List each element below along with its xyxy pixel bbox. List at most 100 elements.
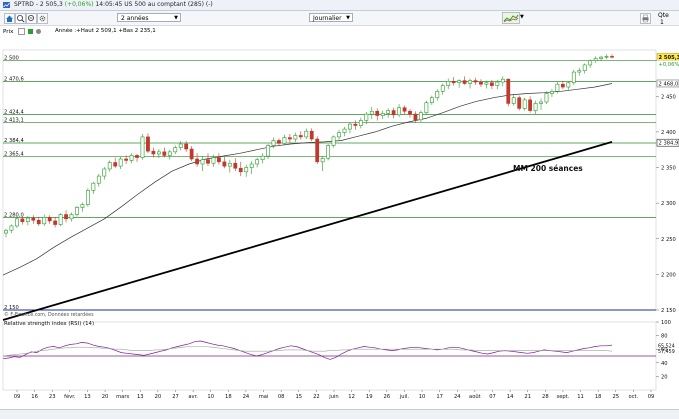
x-tick-label: 20 <box>155 394 162 400</box>
candle-body <box>37 220 40 224</box>
candle-body <box>152 151 155 154</box>
price-chart: 2 5002 470,62 424,42 413,12 384,42 365,4… <box>0 0 679 409</box>
candle-body <box>223 162 226 166</box>
candle-body <box>392 111 395 115</box>
level-label: 2 280,0 <box>4 212 24 218</box>
candle-body <box>81 205 84 208</box>
candle-body <box>54 221 57 225</box>
candle-body <box>447 81 450 85</box>
level-label: 2 500 <box>4 56 19 62</box>
candle-body <box>594 59 597 61</box>
candle-body <box>250 164 253 168</box>
x-tick-label: juil. <box>399 394 410 400</box>
candle-body <box>190 149 193 159</box>
x-tick-label: 19 <box>366 394 373 400</box>
x-tick-label: 15 <box>295 394 302 400</box>
candle-body <box>75 207 78 214</box>
x-tick-label: juin <box>328 394 338 400</box>
candle-body <box>228 163 231 166</box>
y-tick-label: 2 300 <box>661 201 676 207</box>
y-tick-label: 2 200 <box>661 272 676 278</box>
candle-body <box>114 163 117 167</box>
candle-body <box>272 140 275 145</box>
x-tick-label: 26 <box>384 394 391 400</box>
candle-body <box>474 81 477 82</box>
candle-body <box>266 145 269 156</box>
candle-body <box>141 137 144 158</box>
candle-body <box>479 82 482 84</box>
candle-body <box>130 155 133 160</box>
candle-body <box>578 71 581 72</box>
candle-body <box>201 160 204 164</box>
x-tick-label: oct. <box>629 394 639 400</box>
candle-body <box>261 156 264 160</box>
x-tick-label: 24 <box>454 394 461 400</box>
candle-body <box>485 83 488 84</box>
x-tick-label: avr. <box>188 394 198 400</box>
candle-body <box>572 72 575 83</box>
price-badge-label: 2 384,9 <box>659 141 679 147</box>
candle-body <box>545 93 548 102</box>
candle-body <box>174 148 177 152</box>
candle-body <box>119 159 122 166</box>
rsi-tick-label: 100 <box>661 320 671 326</box>
x-tick-label: sept. <box>557 394 570 400</box>
candle-body <box>32 218 35 220</box>
candle-body <box>4 230 7 233</box>
candle-body <box>507 79 510 103</box>
candle-body <box>206 160 209 164</box>
candle-body <box>463 81 466 84</box>
level-label: 2 365,4 <box>4 152 24 158</box>
candle-body <box>64 215 67 219</box>
candle-body <box>103 169 106 176</box>
candle-body <box>294 135 297 139</box>
candle-body <box>436 91 439 97</box>
candle-body <box>567 83 570 87</box>
x-tick-label: 12 <box>348 394 355 400</box>
rsi-line <box>3 341 612 359</box>
rsi-level-label: 57,459 <box>658 349 675 355</box>
level-label: 2 413,1 <box>4 118 24 124</box>
candle-body <box>163 152 166 156</box>
candle-body <box>125 159 128 160</box>
y-tick-label: 2 250 <box>661 237 676 243</box>
candle-body <box>561 84 564 87</box>
x-tick-label: 13 <box>84 394 91 400</box>
candle-body <box>430 98 433 103</box>
x-tick-label: 09 <box>648 394 655 400</box>
price-badge-label: 2 505,3 <box>659 55 679 61</box>
x-tick-label: 21 <box>524 394 531 400</box>
candle-body <box>70 215 73 219</box>
candle-body <box>605 56 608 57</box>
candle-body <box>157 152 160 154</box>
x-tick-label: mai <box>259 394 269 400</box>
candle-body <box>441 86 444 92</box>
candle-body <box>277 140 280 143</box>
candle-body <box>490 83 493 86</box>
candle-body <box>43 217 46 223</box>
y-tick-label: 2 450 <box>661 94 676 100</box>
candle-body <box>414 114 417 120</box>
candle-body <box>359 121 362 126</box>
candle-body <box>408 111 411 114</box>
candle-body <box>589 61 592 65</box>
x-tick-label: mars <box>116 394 129 400</box>
x-tick-label: 13 <box>137 394 144 400</box>
candle-body <box>496 82 499 86</box>
candle-body <box>26 218 29 222</box>
candle-body <box>168 152 171 156</box>
x-tick-label: 09 <box>14 394 21 400</box>
candle-body <box>381 113 384 115</box>
candle-body <box>92 183 95 190</box>
candle-body <box>556 84 559 91</box>
x-tick-label: août <box>469 393 481 400</box>
candle-body <box>343 129 346 133</box>
x-tick-label: 22 <box>313 394 320 400</box>
x-tick-label: 07 <box>489 394 496 400</box>
candle-body <box>256 160 259 164</box>
candle-body <box>337 133 340 137</box>
candle-body <box>48 217 51 221</box>
candle-body <box>135 155 138 157</box>
candle-body <box>10 226 13 230</box>
x-tick-label: 17 <box>436 394 443 400</box>
